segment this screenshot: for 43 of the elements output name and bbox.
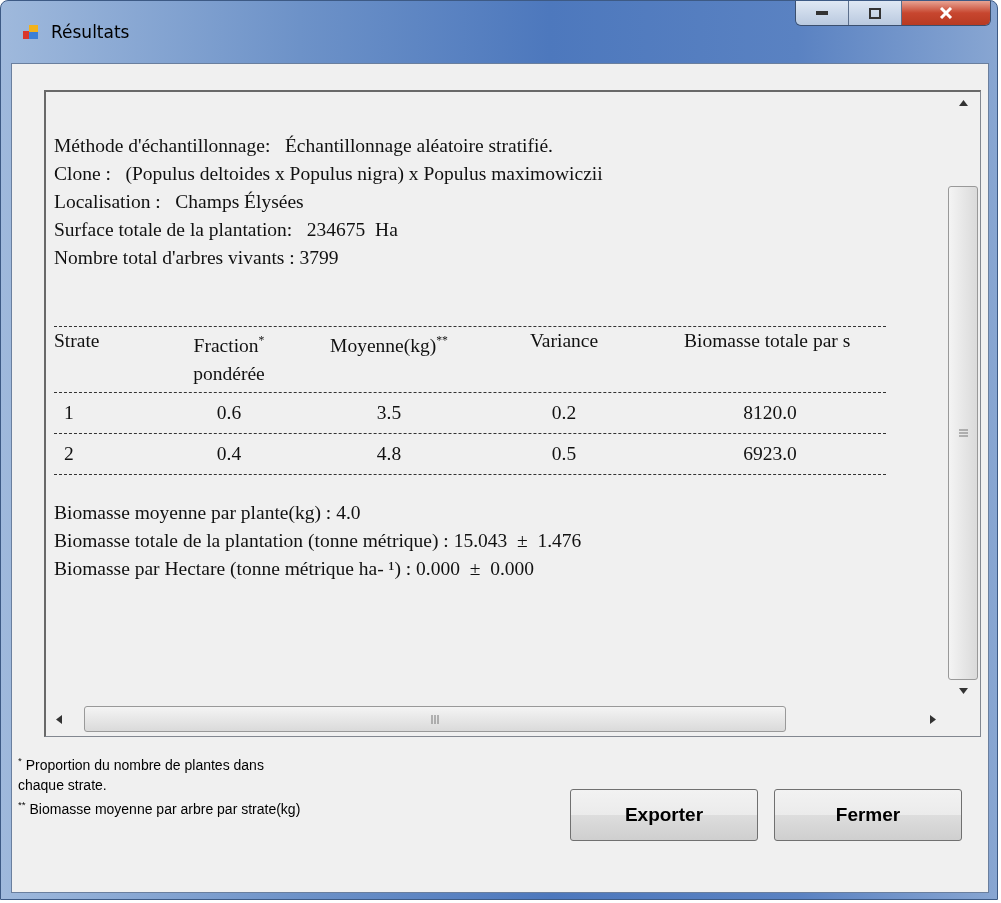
table-cell-text: 6923.0 (742, 441, 798, 466)
scroll-down-icon[interactable] (958, 688, 968, 694)
minimize-button[interactable] (796, 1, 849, 25)
table-cell-text: 0.2 (550, 400, 578, 425)
scroll-thumb[interactable] (84, 706, 786, 732)
report-line: Surface totale de la plantation: 234675 Ha (54, 218, 399, 242)
table-cell-text: 4.8 (375, 441, 403, 466)
report-line: Localisation : Champs Élysées (54, 190, 305, 214)
dialog-button[interactable]: Fermer (774, 789, 962, 841)
report-line: Clone : (Populus deltoides x Populus nigra) x Populus maximowiczii (54, 162, 604, 186)
column-header: Variance (528, 329, 600, 353)
scroll-left-icon[interactable] (56, 714, 62, 724)
table-cell-text: 2 (63, 441, 75, 466)
footnote: $^{**}$ Biomasse moyenne par arbre par strate(kg) (18, 797, 302, 819)
table-cell-text: 1 (63, 400, 75, 425)
minimize-icon (816, 11, 828, 15)
column-header: Biomasse totale par s (683, 329, 852, 353)
close-icon (939, 7, 953, 19)
report-line: Nombre total d'arbres vivants : 3799 (54, 246, 340, 270)
close-button[interactable] (902, 1, 990, 25)
table-cell-text: 0.6 (215, 400, 243, 425)
report-line: Biomasse moyenne par plante(kg) : 4.0 (54, 500, 362, 525)
grip-icon (958, 429, 968, 437)
window-title: Résultats (51, 22, 130, 42)
scroll-thumb[interactable] (948, 186, 978, 680)
table-cell-text: 0.4 (215, 441, 243, 466)
column-header: Fraction$^{*}$ pondérée (192, 333, 266, 386)
grip-icon (431, 714, 439, 724)
dialog-button[interactable]: Exporter (570, 789, 758, 841)
table-cell-text: 8120.0 (742, 400, 798, 425)
footnote: $^{*}$ Proportion du nombre de plantes dans chaque strate. (18, 754, 265, 795)
maximize-icon (869, 7, 881, 19)
column-header: Moyenne(kg)$^{**}$ (329, 333, 449, 358)
scroll-right-icon[interactable] (930, 714, 936, 724)
table-cell-text: 3.5 (375, 400, 403, 425)
column-header: Strate (54, 329, 101, 353)
maximize-button[interactable] (849, 1, 902, 25)
report-line: Biomasse par Hectare (tonne métrique ha- ¹) : 0.000 ± 0.000 (54, 556, 536, 581)
report-line: Biomasse totale de la plantation (tonne métrique) : 15.043 ± 1.476 (54, 528, 583, 553)
table-cell-text: 0.5 (550, 441, 578, 466)
scroll-up-icon[interactable] (958, 100, 968, 106)
app-icon (23, 24, 39, 40)
report-line: Méthode d'échantillonnage: Échantillonnage aléatoire stratifié. (54, 134, 554, 158)
